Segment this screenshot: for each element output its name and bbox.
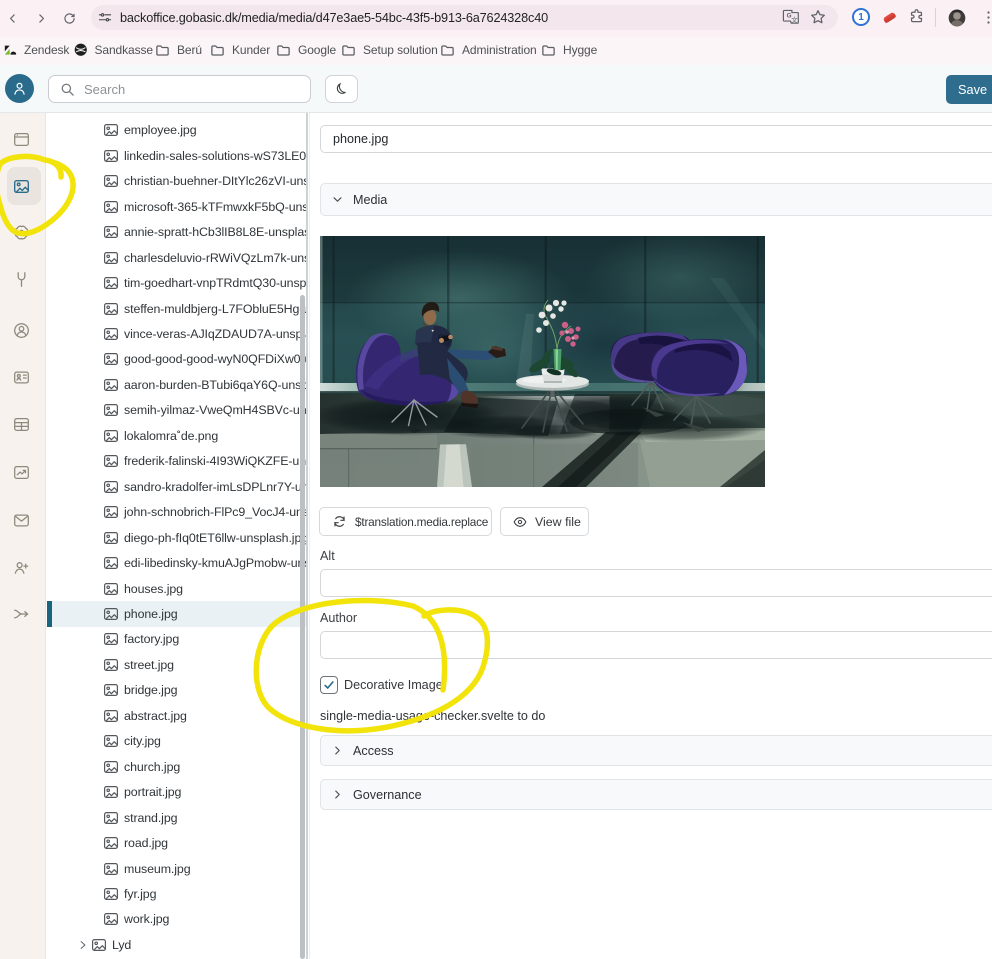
svg-text:文: 文: [791, 15, 798, 24]
